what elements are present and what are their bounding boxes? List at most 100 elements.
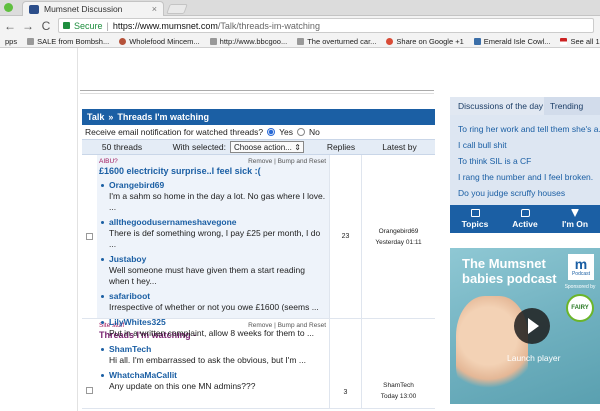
- bookmark-item[interactable]: Emerald Isle Cowl...: [469, 37, 556, 46]
- mumsnet-podcast-logo: m Podcast: [568, 254, 594, 280]
- window-zoom-button[interactable]: [4, 3, 13, 12]
- post-preview[interactable]: Justaboy Well someone must have given th…: [99, 254, 326, 287]
- trending-item[interactable]: Do you judge scruffy houses: [458, 185, 600, 201]
- left-gutter: [0, 48, 78, 411]
- breadcrumb-separator: »: [108, 112, 114, 122]
- latest-time: Yesterday 01:11: [375, 238, 422, 246]
- bookmark-item[interactable]: http://www.bbcgoo...: [205, 37, 293, 46]
- trending-item[interactable]: To ring her work and tell them she's a..…: [458, 121, 600, 137]
- tab-discussions-of-the-day[interactable]: Discussions of the day: [450, 97, 544, 115]
- post-preview[interactable]: ShamTech Hi all. I'm embarrassed to ask …: [99, 344, 326, 366]
- notify-no-label: No: [309, 127, 320, 137]
- sponsor-label: Sponsored by: [564, 284, 596, 290]
- quicknav-active[interactable]: Active: [500, 205, 550, 233]
- play-icon[interactable]: [514, 308, 550, 344]
- thread-actions[interactable]: Remove | Bump and Reset: [248, 158, 326, 165]
- quicknav-topics[interactable]: Topics: [450, 205, 500, 233]
- tab-trending[interactable]: Trending: [544, 97, 600, 115]
- new-tab-button[interactable]: [166, 4, 188, 14]
- url-path: /Talk/threads-im-watching: [217, 20, 320, 31]
- bookmark-item[interactable]: SALE from Bombsh...: [22, 37, 114, 46]
- chat-bubble-icon: [520, 209, 530, 217]
- bookmark-item[interactable]: See all 126 cars f: [555, 37, 600, 46]
- replies-column-header: Replies: [326, 142, 356, 152]
- address-bar[interactable]: Secure | https://www.mumsnet.com/Talk/th…: [58, 18, 594, 33]
- browser-tab-mumsnet[interactable]: Mumsnet Discussion ×: [22, 1, 164, 16]
- bookmark-item[interactable]: Wholefood Mincem...: [114, 37, 204, 46]
- post-author[interactable]: allthegoodusernameshavegone: [109, 217, 326, 227]
- tab-close-icon[interactable]: ×: [152, 4, 157, 14]
- latest-author[interactable]: ShamTech: [383, 380, 414, 391]
- thread-select-checkbox[interactable]: [86, 387, 93, 394]
- forward-arrow-icon[interactable]: →: [22, 20, 34, 32]
- breadcrumb-talk[interactable]: Talk: [87, 112, 104, 122]
- latest-author[interactable]: Orangebird69: [379, 226, 419, 237]
- reply-count: 3: [329, 319, 361, 408]
- post-excerpt: I'm a sahm so home in the day a lot. No …: [109, 191, 326, 212]
- page-icon: [473, 37, 481, 45]
- bookmark-item[interactable]: Share on Google +1: [381, 37, 468, 46]
- post-excerpt: There is def something wrong, I pay £25 …: [109, 228, 321, 249]
- post-author[interactable]: LilyWhites325: [109, 317, 326, 327]
- launch-player-link[interactable]: Launch player: [507, 353, 560, 363]
- sidebar-tabs: Discussions of the day Trending: [450, 97, 600, 115]
- select-arrows-icon: ⇕: [294, 142, 301, 152]
- watched-threads-panel: Talk » Threads I'm watching Receive emai…: [82, 109, 435, 409]
- post-author[interactable]: WhatchaMaCallit: [109, 370, 326, 380]
- reload-icon[interactable]: C: [40, 20, 52, 32]
- thread-title[interactable]: £1600 electricity surprise..I feel sick …: [99, 166, 326, 176]
- bookmark-apps[interactable]: pps: [0, 37, 22, 46]
- notify-yes-radio[interactable]: [267, 128, 276, 136]
- browser-tabstrip: Mumsnet Discussion ×: [0, 0, 600, 16]
- list-icon: [470, 209, 480, 217]
- trending-item[interactable]: I call bull shit: [458, 137, 600, 153]
- post-author[interactable]: Justaboy: [109, 254, 326, 264]
- post-author[interactable]: Orangebird69: [109, 180, 326, 190]
- trending-item[interactable]: To think SIL is a CF: [458, 153, 600, 169]
- post-author[interactable]: safariboot: [109, 291, 326, 301]
- breadcrumb: Talk » Threads I'm watching: [82, 109, 435, 125]
- browser-toolbar: ← → C Secure | https://www.mumsnet.com/T…: [0, 16, 600, 35]
- trending-item[interactable]: I rang the number and I feel broken.: [458, 169, 600, 185]
- action-select[interactable]: Choose action... ⇕: [230, 141, 304, 153]
- post-preview[interactable]: WhatchaMaCallit Any update on this one M…: [99, 370, 326, 392]
- page-icon: [27, 37, 35, 45]
- thread-row: AIBU? Remove | Bump and Reset £1600 elec…: [82, 155, 435, 338]
- post-excerpt: Any update on this one MN admins???: [109, 381, 256, 391]
- post-preview[interactable]: Orangebird69 I'm a sahm so home in the d…: [99, 180, 326, 213]
- thread-select-checkbox[interactable]: [86, 233, 93, 240]
- podcast-ad[interactable]: The Mumsnet babies podcast m Podcast Spo…: [450, 248, 600, 404]
- post-author[interactable]: ShamTech: [109, 344, 326, 354]
- flag-icon: [560, 37, 568, 45]
- reply-count: 23: [329, 155, 361, 318]
- mumsnet-favicon-icon: [29, 4, 39, 14]
- notify-no-radio[interactable]: [297, 128, 305, 136]
- quicknav-im-on[interactable]: I'm On: [550, 205, 600, 233]
- post-excerpt: Irrespective of whether or not you owe £…: [109, 302, 319, 312]
- latest-post-info: ShamTech Today 13:00: [361, 319, 435, 408]
- page-icon: [209, 37, 217, 45]
- back-arrow-icon[interactable]: ←: [4, 20, 16, 32]
- page-title: Threads I'm watching: [117, 112, 210, 122]
- with-selected-label: With selected:: [172, 142, 226, 152]
- post-excerpt: Put in a written complaint, allow 8 week…: [109, 328, 315, 338]
- notify-question: Receive email notification for watched t…: [85, 127, 264, 137]
- ad-title: The Mumsnet babies podcast: [462, 256, 557, 286]
- url-host: https://www.mumsnet.com: [112, 20, 218, 31]
- avatar-icon: [119, 37, 127, 45]
- email-notification-setting: Receive email notification for watched t…: [82, 125, 435, 139]
- post-preview[interactable]: safariboot Irrespective of whether or no…: [99, 291, 326, 313]
- post-preview[interactable]: LilyWhites325 Put in a written complaint…: [99, 317, 326, 339]
- thread-forum-name[interactable]: AIBU?: [99, 158, 118, 165]
- page-icon: [297, 37, 305, 45]
- header-remnant: [80, 90, 434, 94]
- latest-by-column-header: Latest by: [382, 142, 417, 152]
- trending-list: To ring her work and tell them she's a..…: [450, 115, 600, 205]
- latest-post-info: Orangebird69 Yesterday 01:11: [361, 155, 435, 318]
- bookmark-item[interactable]: The overturned car...: [292, 37, 381, 46]
- right-sidebar: Discussions of the day Trending To ring …: [450, 97, 600, 404]
- post-excerpt: Hi all. I'm embarrassed to ask the obvio…: [109, 355, 306, 365]
- post-preview[interactable]: allthegoodusernameshavegone There is def…: [99, 217, 326, 250]
- threads-table-header: 50 threads With selected: Choose action.…: [82, 139, 435, 155]
- baby-photo: [456, 296, 528, 396]
